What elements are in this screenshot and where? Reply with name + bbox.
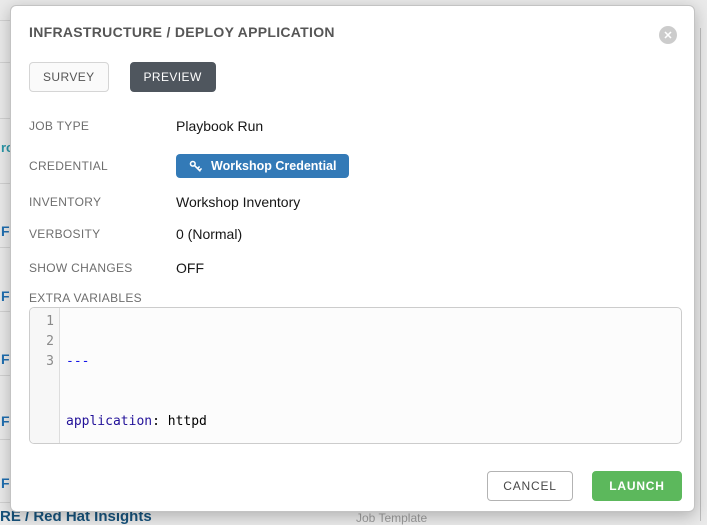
bg-template-type-label: Job Template xyxy=(356,511,427,525)
tab-survey[interactable]: SURVEY xyxy=(29,62,109,92)
launch-button[interactable]: LAUNCH xyxy=(592,471,682,501)
code-line: --- xyxy=(66,352,681,372)
cancel-button[interactable]: CANCEL xyxy=(487,471,573,501)
editor-code-area[interactable]: --- application: httpd xyxy=(60,308,681,443)
yaml-doc-start-token: --- xyxy=(66,354,89,369)
job-details: JOB TYPE Playbook Run CREDENTIAL Worksho… xyxy=(29,117,682,277)
editor-line-numbers: 1 2 3 xyxy=(30,308,60,443)
bg-panel-edge xyxy=(700,28,701,521)
inventory-label: INVENTORY xyxy=(29,195,176,209)
credential-chip[interactable]: Workshop Credential xyxy=(176,154,349,178)
bg-row-divider xyxy=(0,375,10,376)
modal-footer: CANCEL LAUNCH xyxy=(29,471,682,501)
code-line: application: httpd xyxy=(66,412,681,432)
close-glyph: ✕ xyxy=(663,29,672,42)
bg-row-divider xyxy=(0,247,10,248)
credential-chip-label: Workshop Credential xyxy=(211,159,336,173)
modal-title: INFRASTRUCTURE / DEPLOY APPLICATION xyxy=(29,24,682,40)
tab-preview[interactable]: PREVIEW xyxy=(130,62,216,92)
key-icon xyxy=(189,160,202,173)
bg-row-divider xyxy=(0,20,10,21)
yaml-value-token: : httpd xyxy=(152,414,207,429)
job-type-label: JOB TYPE xyxy=(29,119,176,133)
show-changes-label: SHOW CHANGES xyxy=(29,261,176,275)
extra-variables-editor[interactable]: 1 2 3 --- application: httpd xyxy=(29,307,682,444)
line-number: 2 xyxy=(30,332,54,352)
verbosity-value: 0 (Normal) xyxy=(176,226,242,242)
bg-text-fragment: F xyxy=(1,413,10,429)
bg-text-fragment: F xyxy=(1,288,10,304)
bg-row-divider xyxy=(0,118,10,119)
show-changes-value: OFF xyxy=(176,260,204,276)
row-show-changes: SHOW CHANGES OFF xyxy=(29,259,682,277)
line-number: 3 xyxy=(30,352,54,372)
bg-text-fragment: F xyxy=(1,475,10,491)
job-type-value: Playbook Run xyxy=(176,118,263,134)
bg-row-divider xyxy=(0,62,10,63)
modal-tabs: SURVEY PREVIEW xyxy=(29,62,682,92)
row-job-type: JOB TYPE Playbook Run xyxy=(29,117,682,135)
line-number: 1 xyxy=(30,312,54,332)
inventory-value: Workshop Inventory xyxy=(176,194,300,210)
deploy-application-modal: INFRASTRUCTURE / DEPLOY APPLICATION ✕ SU… xyxy=(10,5,695,512)
bg-row-divider xyxy=(0,311,10,312)
row-credential: CREDENTIAL Workshop Credential xyxy=(29,154,682,178)
bg-text-fragment: F xyxy=(1,351,10,367)
close-icon[interactable]: ✕ xyxy=(659,26,677,44)
bg-row-divider xyxy=(0,183,10,184)
row-inventory: INVENTORY Workshop Inventory xyxy=(29,193,682,211)
bg-row-divider xyxy=(0,502,10,503)
yaml-key-token: application xyxy=(66,414,152,429)
credential-label: CREDENTIAL xyxy=(29,159,176,173)
bg-text-fragment: F xyxy=(1,223,10,239)
bg-row-divider xyxy=(0,439,10,440)
row-verbosity: VERBOSITY 0 (Normal) xyxy=(29,225,682,243)
verbosity-label: VERBOSITY xyxy=(29,227,176,241)
extra-variables-label: EXTRA VARIABLES xyxy=(29,291,682,305)
